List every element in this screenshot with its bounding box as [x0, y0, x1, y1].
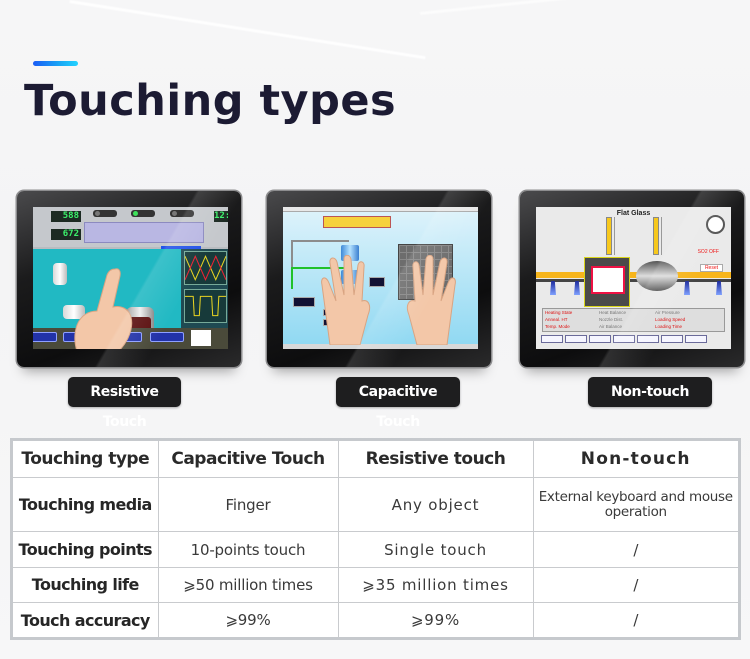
info-label: Heating State — [545, 310, 573, 315]
hmi-screen-process-control — [283, 207, 478, 349]
row-label: Touching points — [13, 531, 159, 568]
monitor-capacitive-touch — [267, 191, 491, 367]
cell-capacitive: Finger — [157, 476, 339, 533]
waveform-panels — [181, 249, 228, 328]
lcd-readout: 12:5 — [214, 211, 228, 222]
header-touching-type: Touching type — [13, 441, 159, 478]
furnace-chamber — [584, 257, 630, 307]
lcd-readout: 672 — [51, 229, 81, 240]
quench-dome — [636, 261, 678, 291]
monitor-resistive-touch: 588 672 12:5 — [17, 191, 241, 367]
comparison-table: Touching type Capacitive Touch Resistive… — [10, 438, 741, 640]
waveform-graph — [184, 289, 227, 323]
background-sheen — [420, 0, 750, 15]
nozzle-icon — [716, 281, 722, 295]
cell-resistive: Single touch — [337, 531, 534, 568]
label-non-touch: Non-touch — [588, 377, 712, 407]
cell-non-touch: / — [532, 531, 738, 568]
pointing-hand-icon — [74, 268, 133, 349]
header-resistive: Resistive touch — [337, 441, 534, 478]
status-label: SO2 OFF — [697, 249, 719, 255]
screen-tab — [685, 335, 707, 343]
level-gauge — [653, 217, 659, 255]
table-row: Touching life ⩾50 million times ⩾35 mill… — [13, 566, 738, 604]
cell-non-touch: External keyboard and mouse operation — [532, 476, 738, 533]
glass-line — [536, 279, 731, 282]
hmi-top-panel: 588 672 12:5 — [33, 207, 228, 249]
cell-non-touch: / — [532, 566, 738, 604]
screen-title: Flat Glass — [616, 210, 651, 217]
info-label: Nozzle Dist. — [599, 317, 624, 322]
hmi-screen-flat-glass: Flat Glass SO2 OFF Reset Heating State A… — [536, 207, 731, 349]
cell-capacitive: 10-points touch — [157, 531, 339, 568]
table-header-row: Touching type Capacitive Touch Resistive… — [13, 441, 738, 478]
hmi-nav-button — [150, 332, 184, 342]
status-indicator — [93, 210, 117, 217]
left-hand-icon — [321, 255, 371, 345]
table-row: Touching media Finger Any object Externa… — [13, 476, 738, 533]
row-label: Touching life — [13, 566, 159, 604]
display-box — [293, 297, 315, 307]
info-label: Air Balance — [599, 324, 623, 329]
label-capacitive-touch: Capacitive Touch — [336, 377, 460, 430]
clock-icon — [706, 215, 725, 234]
info-panel: Heating State Anneal. HT Temp. Mode Heat… — [542, 308, 725, 332]
background-sheen — [69, 0, 426, 60]
tank-icon — [53, 263, 67, 285]
row-label: Touching media — [13, 476, 159, 533]
info-label: Air Pressure — [655, 310, 680, 315]
nozzle-icon — [550, 281, 556, 295]
screen-tab — [637, 335, 659, 343]
screen-tab — [661, 335, 683, 343]
lcd-readout: 588 — [51, 211, 81, 222]
cell-resistive: ⩾35 million times — [337, 566, 534, 604]
gauge-scale — [661, 217, 667, 255]
screen-tab — [613, 335, 635, 343]
gauge-scale — [614, 217, 620, 255]
trend-chart — [84, 222, 204, 249]
right-hand-icon — [406, 255, 456, 345]
roller-line — [536, 272, 731, 278]
label-resistive-touch: Resistive Touch — [68, 377, 181, 430]
window-titlebar — [283, 207, 478, 212]
info-label: Loading Time — [655, 324, 683, 329]
status-indicator — [170, 210, 194, 217]
title-accent-bar — [33, 61, 78, 66]
reset-button: Reset — [699, 264, 723, 272]
screen-banner — [323, 216, 391, 228]
info-label: Heat Balance — [599, 310, 627, 315]
row-label: Touch accuracy — [13, 602, 159, 637]
screen-tab — [565, 335, 587, 343]
nozzle-icon — [684, 281, 690, 295]
info-label: Anneal. HT — [545, 317, 568, 322]
monitor-non-touch: Flat Glass SO2 OFF Reset Heating State A… — [520, 191, 744, 367]
screen-tab — [541, 335, 563, 343]
cell-resistive: ⩾99% — [337, 602, 534, 637]
cell-resistive: Any object — [337, 476, 534, 533]
status-indicator — [131, 210, 155, 217]
page-title: Touching types — [24, 76, 397, 126]
info-label: Loading Speed — [655, 317, 686, 322]
logo-icon — [191, 330, 211, 346]
cell-non-touch: / — [532, 602, 738, 637]
nozzle-icon — [574, 281, 580, 295]
cell-capacitive: ⩾50 million times — [157, 566, 339, 604]
level-gauge — [606, 217, 612, 255]
waveform-graph — [184, 251, 227, 285]
table-row: Touch accuracy ⩾99% ⩾99% / — [13, 602, 738, 637]
info-label: Temp. Mode — [545, 324, 570, 329]
hmi-screen-industrial: 588 672 12:5 — [33, 207, 228, 349]
table-row: Touching points 10-points touch Single t… — [13, 531, 738, 568]
hmi-nav-button — [33, 332, 57, 342]
header-non-touch: Non-touch — [532, 441, 738, 478]
screen-tab-bar — [539, 335, 728, 343]
cell-capacitive: ⩾99% — [157, 602, 339, 637]
screen-tab — [589, 335, 611, 343]
header-capacitive: Capacitive Touch — [157, 441, 339, 478]
